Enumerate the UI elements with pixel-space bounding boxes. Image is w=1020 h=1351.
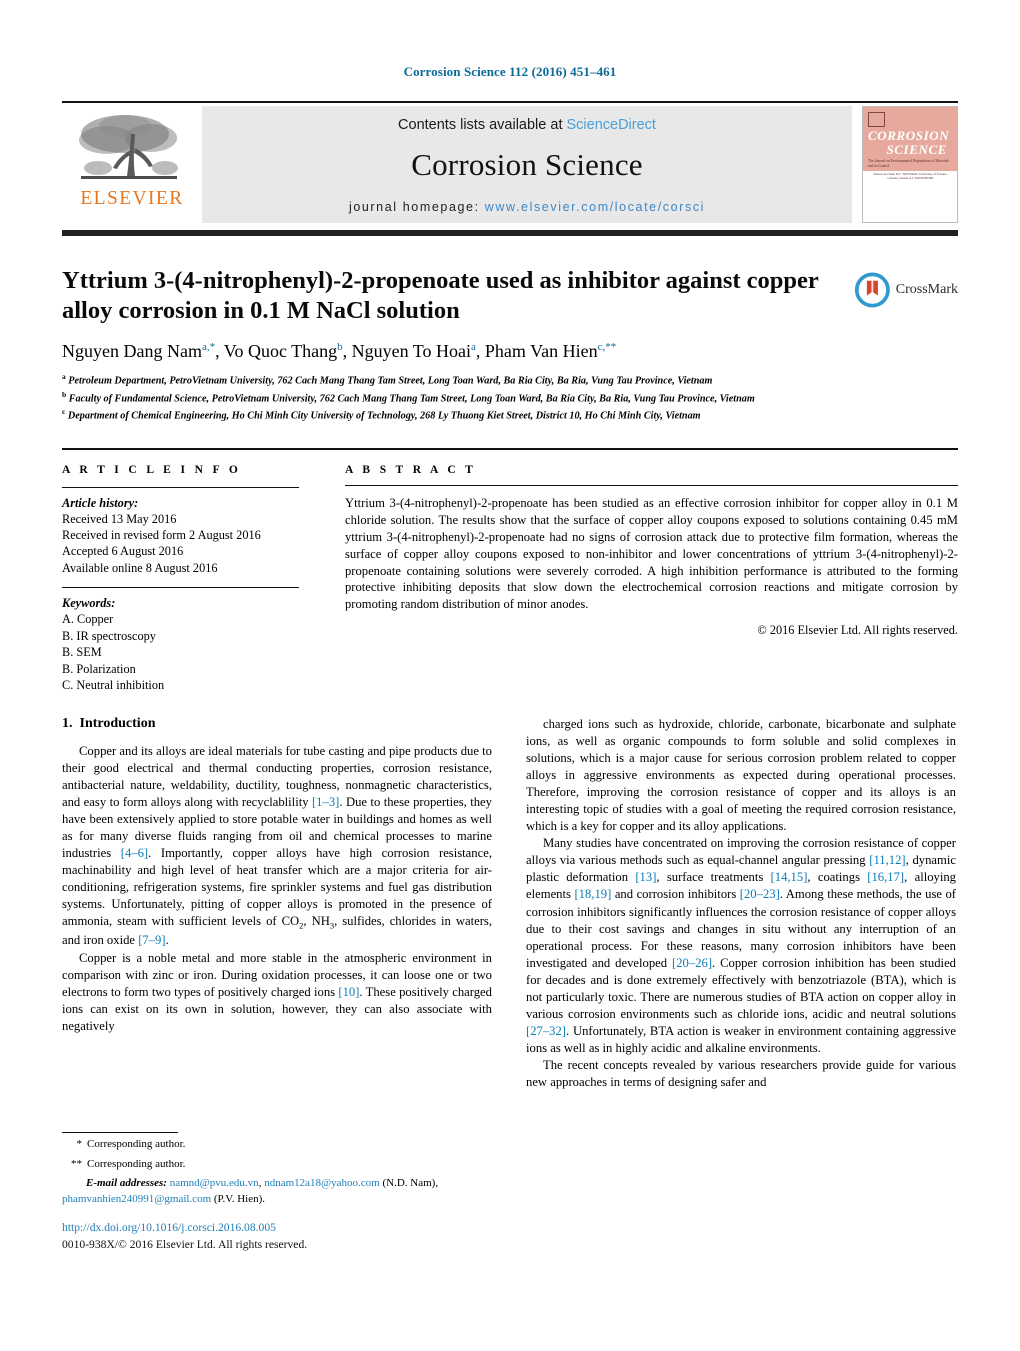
keyword-item: B. Polarization — [62, 661, 136, 676]
homepage-url-link[interactable]: www.elsevier.com/locate/corsci — [485, 200, 705, 214]
footnote-rule — [62, 1132, 178, 1133]
doi-block: http://dx.doi.org/10.1016/j.corsci.2016.… — [62, 1219, 307, 1254]
corresponding-author-2: ** Corresponding author. — [62, 1157, 492, 1173]
keywords-rule — [62, 586, 299, 588]
doi-link[interactable]: http://dx.doi.org/10.1016/j.corsci.2016.… — [62, 1219, 307, 1236]
affiliation-item: b Faculty of Fundamental Science, PetroV… — [62, 389, 755, 405]
paragraph: Copper is a noble metal and more stable … — [62, 950, 492, 1033]
crossmark-icon — [854, 272, 890, 308]
elsevier-logo: ELSEVIER — [62, 106, 202, 223]
body-column-left: 1. Introduction Copper and its alloys are… — [62, 716, 492, 1092]
cover-title-line1: CORROSION — [868, 128, 950, 143]
history-item: Accepted 6 August 2016 — [62, 544, 184, 559]
email-label: E-mail addresses: — [86, 1177, 167, 1190]
email-owner-1: (N.D. Nam), — [382, 1177, 439, 1190]
journal-homepage-line: journal homepage: www.elsevier.com/locat… — [349, 200, 705, 214]
contents-available-line: Contents lists available at ScienceDirec… — [398, 117, 656, 133]
email-owner-3: (P.V. Hien). — [213, 1192, 266, 1205]
cover-editors: Editors-in-Chief: R.C. NEWMAN, Universit… — [873, 171, 948, 180]
cover-top-band: CORROSION SCIENCE The Journal on Environ… — [863, 107, 957, 180]
paper-page: Corrosion Science 112 (2016) 451–461 ELS… — [0, 0, 1020, 1351]
info-abstract-row: A R T I C L E I N F O Article history: R… — [62, 450, 958, 694]
abstract-text: Yttrium 3-(4-nitrophenyl)-2-propenoate h… — [345, 495, 958, 612]
section-title: Introduction — [79, 715, 156, 731]
cover-subtitle: The Journal on Environmental Degradation… — [868, 159, 949, 169]
article-history-block: Article history: Received 13 May 2016 Re… — [62, 495, 302, 576]
masthead-center-panel: Contents lists available at ScienceDirec… — [202, 106, 852, 223]
article-history-label: Article history: — [62, 495, 139, 510]
keywords-label: Keywords: — [62, 595, 116, 610]
crossmark-badge[interactable]: CrossMark — [854, 269, 958, 311]
affiliation-list: a Petroleum Department, PetroVietnam Uni… — [62, 371, 958, 423]
footnote-block: * Corresponding author. ** Corresponding a… — [62, 1132, 492, 1207]
elsevier-tree-icon — [79, 115, 178, 179]
article-info-heading: A R T I C L E I N F O — [62, 463, 242, 476]
corresponding-mark-2: ** — [71, 1157, 82, 1170]
email-link-2[interactable]: ndnam12a18@yahoo.com — [264, 1177, 380, 1189]
abstract-column: A B S T R A C T Yttrium 3-(4-nitrophenyl… — [327, 464, 958, 694]
contents-prefix: Contents lists available at — [398, 117, 567, 133]
corresponding-text-2: Corresponding author. — [87, 1157, 186, 1170]
article-info-column: A R T I C L E I N F O Article history: R… — [62, 464, 327, 694]
running-head: Corrosion Science 112 (2016) 451–461 — [403, 64, 617, 79]
elsevier-wordmark: ELSEVIER — [80, 188, 184, 209]
history-item: Received 13 May 2016 — [62, 512, 177, 527]
affiliation-item: a Petroleum Department, PetroVietnam Uni… — [62, 372, 713, 387]
abstract-copyright: © 2016 Elsevier Ltd. All rights reserved… — [757, 623, 958, 638]
homepage-label: journal homepage: — [348, 200, 485, 214]
history-item: Available online 8 August 2016 — [62, 560, 218, 575]
email-link-1[interactable]: namnd@pvu.edu.vn — [170, 1177, 259, 1189]
page-title: Yttrium 3-(4-nitrophenyl)-2-propenoate u… — [62, 267, 819, 324]
issn-copyright: 0010-938X/© 2016 Elsevier Ltd. All right… — [62, 1238, 308, 1252]
keyword-item: B. SEM — [62, 645, 102, 660]
email-link-3[interactable]: phamvanhien240991@gmail.com — [62, 1193, 211, 1205]
crossmark-label: CrossMark — [895, 282, 958, 297]
keywords-block: Keywords: A. Copper B. IR spectroscopy B… — [62, 595, 302, 694]
cover-title-line2: SCIENCE — [886, 141, 947, 157]
body-column-right: charged ions such as hydroxide, chloride… — [526, 716, 956, 1092]
body-columns: 1. Introduction Copper and its alloys are… — [62, 716, 958, 1092]
paragraph: Copper and its alloys are ideal material… — [62, 743, 492, 948]
corresponding-author-1: * Corresponding author. — [62, 1137, 492, 1153]
paragraph: The recent concepts revealed by various … — [526, 1058, 956, 1090]
journal-masthead: ELSEVIER Contents lists available at Sci… — [62, 101, 958, 223]
section-heading-introduction: 1. Introduction — [62, 716, 492, 732]
paragraph: charged ions such as hydroxide, chloride… — [526, 716, 956, 834]
abstract-rule — [345, 484, 958, 486]
keyword-item: A. Copper — [62, 612, 114, 627]
email-addresses: E-mail addresses: namnd@pvu.edu.vn, ndna… — [62, 1177, 439, 1205]
paragraph: Many studies have concentrated on improv… — [526, 836, 957, 1056]
section-number: 1. — [62, 715, 73, 731]
sciencedirect-link[interactable]: ScienceDirect — [567, 117, 656, 133]
author-list: Nguyen Dang Nama,*, Vo Quoc Thangb, Nguy… — [62, 340, 617, 361]
keyword-item: B. IR spectroscopy — [62, 628, 156, 643]
article-info-rule — [62, 486, 299, 488]
cover-logo-box — [868, 112, 885, 127]
abstract-heading: A B S T R A C T — [345, 463, 477, 476]
journal-title: Corrosion Science — [411, 147, 643, 182]
history-item: Received in revised form 2 August 2016 — [62, 528, 261, 543]
journal-cover-thumbnail: CORROSION SCIENCE The Journal on Environ… — [862, 106, 958, 223]
corresponding-mark-1: * — [76, 1138, 83, 1150]
masthead-bottom-rule — [62, 230, 958, 236]
affiliation-item: c Department of Chemical Engineering, Ho… — [62, 407, 701, 422]
corresponding-text-1: Corresponding author. — [87, 1138, 186, 1150]
title-block: CrossMark Yttrium 3-(4-nitrophenyl)-2-pr… — [62, 266, 958, 424]
keyword-item: C. Neutral inhibition — [62, 678, 165, 693]
